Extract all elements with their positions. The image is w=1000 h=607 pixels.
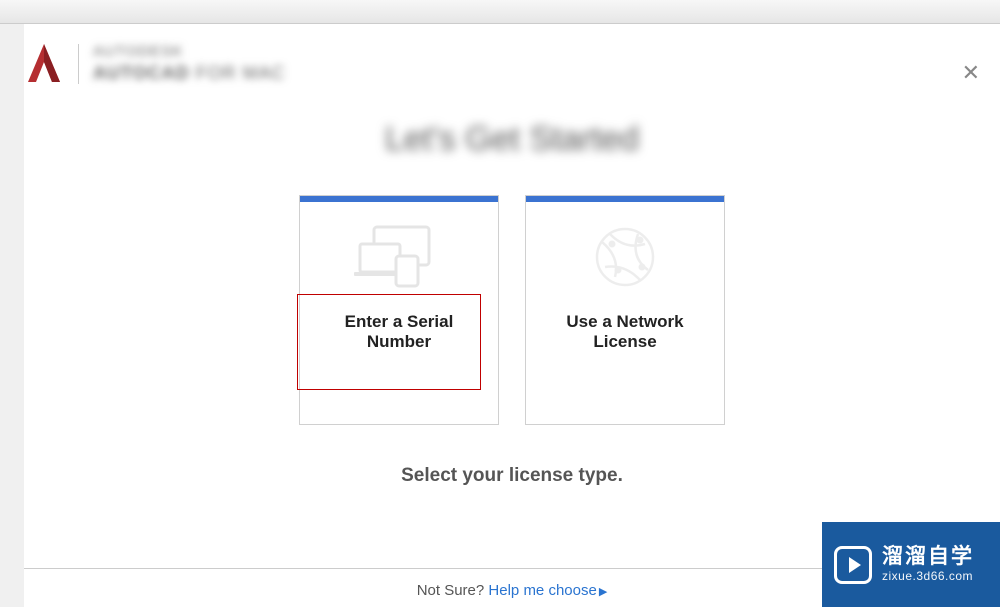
watermark-url: zixue.3d66.com (882, 569, 974, 583)
page-headline: Let's Get Started (24, 120, 1000, 159)
product-name: AUTODESK AUTOCAD FOR MAC (93, 43, 286, 84)
chevron-right-icon: ▶ (599, 586, 607, 598)
network-license-card[interactable]: Use a NetworkLicense (525, 195, 725, 425)
help-me-choose-link[interactable]: Help me choose (488, 582, 596, 599)
close-icon: ✕ (962, 60, 980, 85)
network-globe-icon (526, 202, 724, 312)
serial-card-label: Enter a SerialNumber (300, 312, 498, 353)
brand-line2: AUTOCAD FOR MAC (93, 62, 286, 85)
devices-icon (300, 202, 498, 312)
autodesk-logo-icon (24, 42, 64, 86)
license-dialog: AUTODESK AUTOCAD FOR MAC ✕ Let's Get Sta… (24, 24, 1000, 607)
window-titlebar (0, 0, 1000, 24)
brand-line1: AUTODESK (93, 43, 286, 62)
dialog-header: AUTODESK AUTOCAD FOR MAC ✕ (24, 24, 1000, 86)
header-divider (78, 44, 79, 84)
license-options: Enter a SerialNumber Use a NetworkLicens… (24, 195, 1000, 425)
watermark-title: 溜溜自学 (882, 546, 974, 568)
enter-serial-card[interactable]: Enter a SerialNumber (299, 195, 499, 425)
instruction-text: Select your license type. (24, 465, 1000, 487)
network-card-label: Use a NetworkLicense (526, 312, 724, 353)
footer-prefix: Not Sure? (417, 582, 489, 599)
close-button[interactable]: ✕ (962, 62, 980, 84)
play-icon (834, 546, 872, 584)
watermark-overlay: 溜溜自学 zixue.3d66.com (822, 522, 1000, 607)
